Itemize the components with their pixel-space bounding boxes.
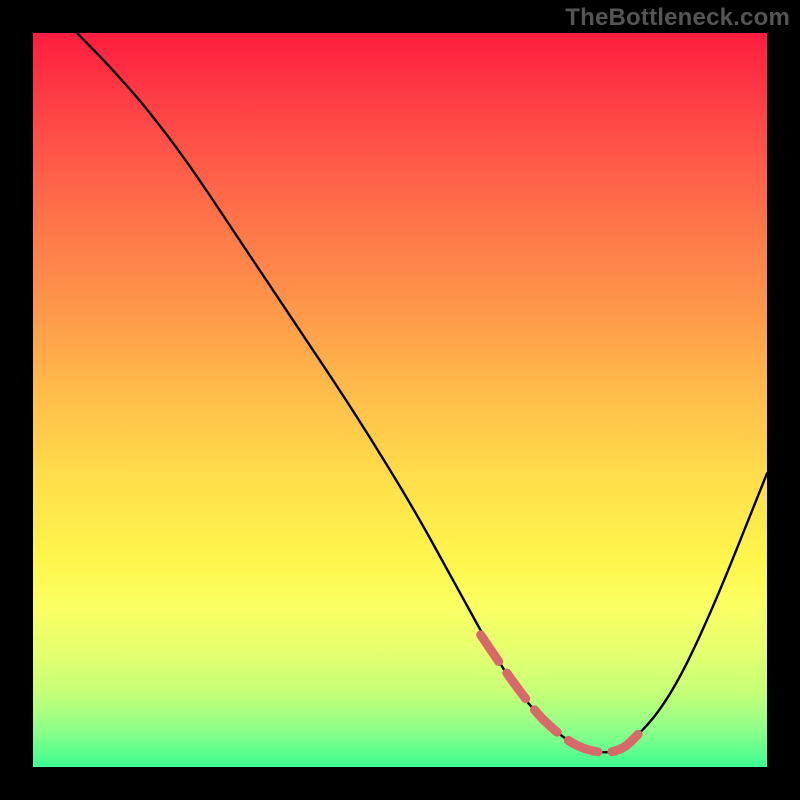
app-frame: TheBottleneck.com [0,0,800,800]
gradient-plot-area [33,33,767,767]
attribution-text: TheBottleneck.com [565,4,790,32]
